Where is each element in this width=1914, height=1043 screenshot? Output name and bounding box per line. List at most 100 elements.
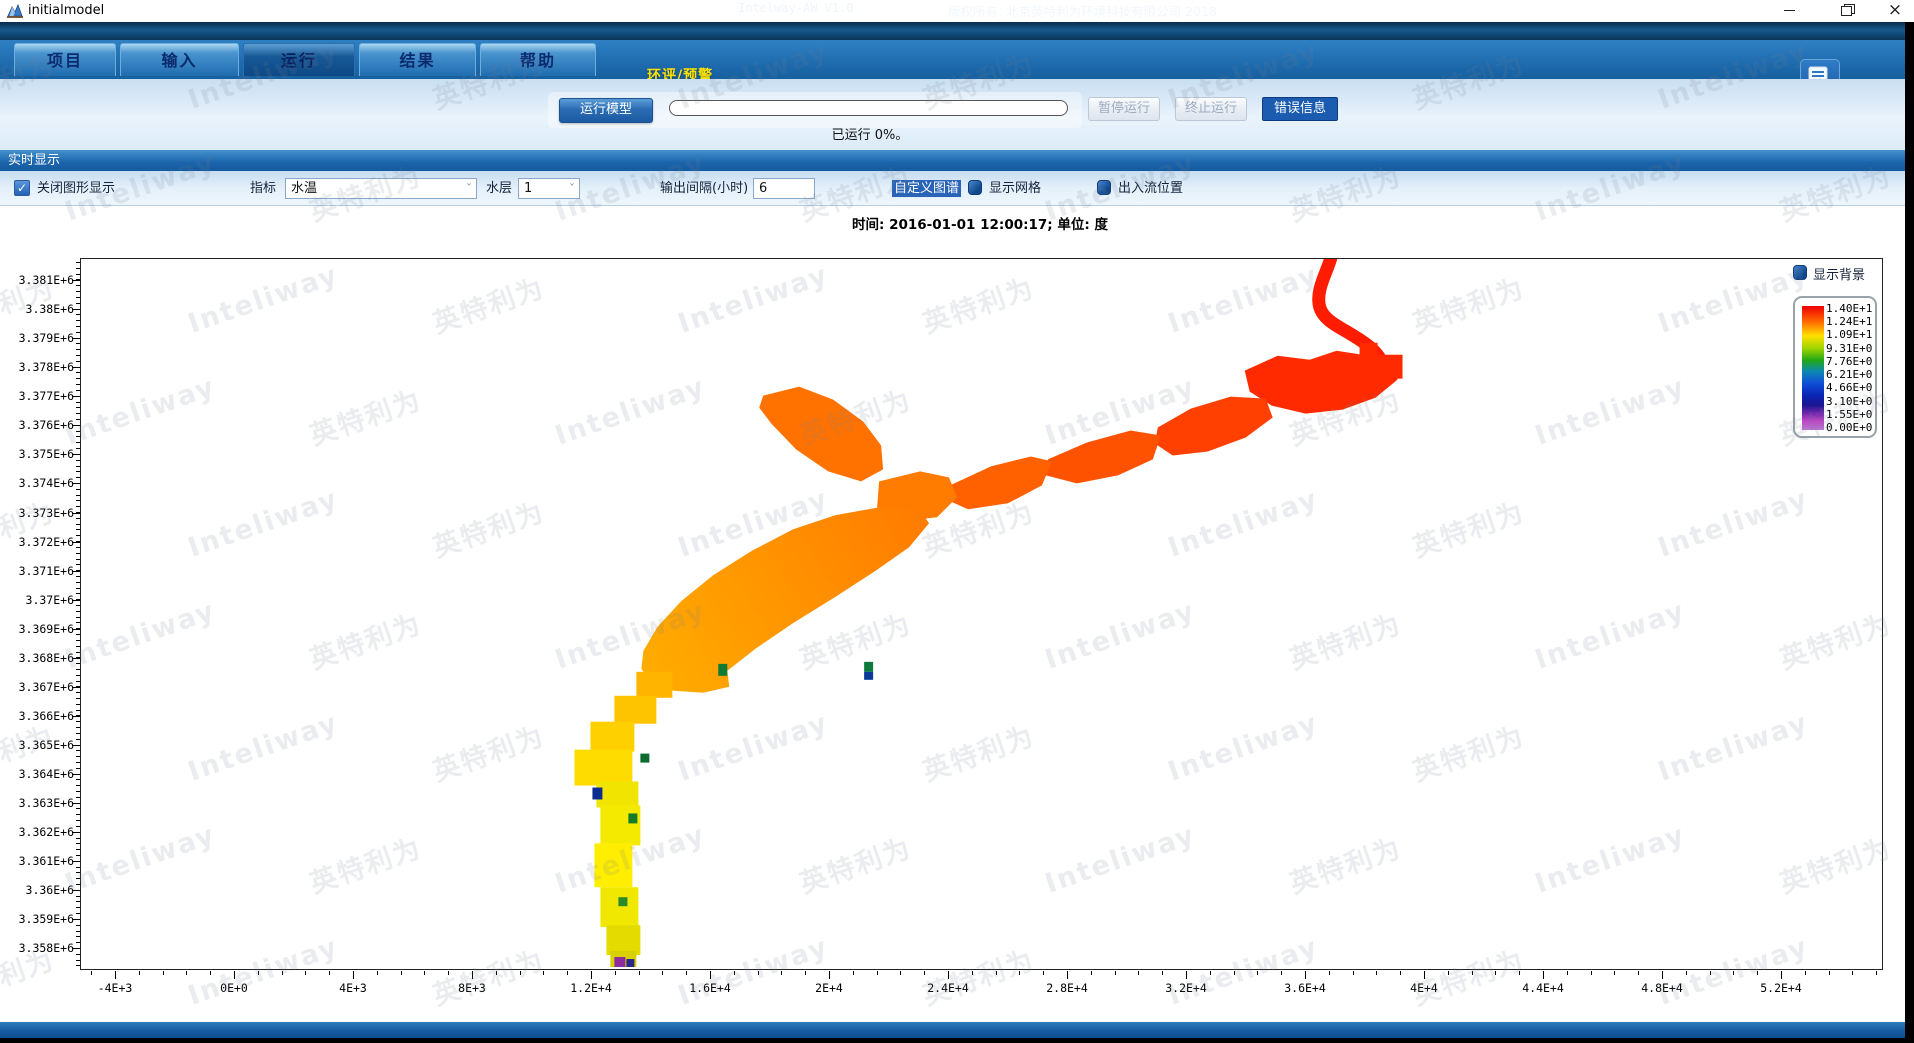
y-minor-tick	[76, 524, 80, 525]
x-minor-tick	[567, 971, 568, 975]
x-minor-tick	[1472, 971, 1473, 975]
y-minor-tick	[76, 622, 80, 623]
x-minor-tick	[139, 971, 140, 975]
x-minor-tick	[258, 971, 259, 975]
x-minor-tick	[377, 971, 378, 975]
legend-value: 0.00E+0	[1826, 421, 1876, 434]
y-minor-tick	[76, 715, 80, 716]
x-minor-tick	[1067, 971, 1068, 975]
y-minor-tick	[76, 675, 80, 676]
show-grid-checkbox[interactable]	[968, 180, 982, 195]
x-minor-tick	[1591, 971, 1592, 975]
x-minor-tick	[781, 971, 782, 975]
interval-input[interactable]: 6	[753, 178, 815, 199]
desktop-edge	[1905, 22, 1914, 1043]
south-branch-segment	[600, 805, 640, 845]
y-minor-tick	[76, 466, 80, 467]
y-minor-tick	[76, 710, 80, 711]
y-minor-tick	[76, 774, 80, 775]
x-minor-tick	[805, 971, 806, 975]
show-background-checkbox[interactable]	[1793, 265, 1807, 280]
y-minor-tick	[76, 431, 80, 432]
y-minor-tick	[76, 698, 80, 699]
custom-legend-link[interactable]: 自定义图谱	[892, 180, 961, 197]
color-legend-gradient	[1802, 306, 1824, 430]
y-tick-label: 3.37E+6	[0, 593, 74, 607]
y-minor-tick	[76, 907, 80, 908]
y-minor-tick	[76, 390, 80, 391]
water-body-segment	[1046, 431, 1161, 484]
ribbon: 项目 输入 运行 结果 帮助 环评/预警	[0, 22, 1905, 150]
y-minor-tick	[76, 686, 80, 687]
x-tick-label: 2.4E+4	[906, 981, 990, 995]
x-minor-tick	[1829, 971, 1830, 975]
x-minor-tick	[1710, 971, 1711, 975]
x-minor-tick	[710, 971, 711, 975]
stop-run-button[interactable]: 终止运行	[1175, 97, 1247, 121]
show-background-row: 显示背景	[1793, 264, 1903, 280]
x-minor-tick	[1757, 971, 1758, 975]
indicator-dropdown[interactable]: 水温 ˇ	[285, 178, 477, 199]
y-minor-tick	[76, 361, 80, 362]
x-minor-tick	[877, 971, 878, 975]
y-tick-label: 3.364E+6	[0, 767, 74, 781]
y-tick-label: 3.375E+6	[0, 447, 74, 461]
close-graphics-checkbox[interactable]: ✓	[14, 180, 30, 196]
x-minor-tick	[662, 971, 663, 975]
x-minor-tick	[853, 971, 854, 975]
x-minor-tick	[972, 971, 973, 975]
x-tick-label: 2.8E+4	[1025, 981, 1109, 995]
x-tick-label: 4.8E+4	[1620, 981, 1704, 995]
run-model-button[interactable]: 运行模型	[559, 98, 653, 123]
x-minor-tick	[543, 971, 544, 975]
y-minor-tick	[76, 285, 80, 286]
y-minor-tick	[76, 605, 80, 606]
tab-help[interactable]: 帮助	[480, 43, 596, 76]
inout-flow-checkbox[interactable]	[1097, 180, 1111, 195]
ribbon-top-band	[0, 22, 1905, 40]
color-legend: 1.40E+11.24E+11.09E+19.31E+07.76E+06.21E…	[1793, 296, 1877, 438]
tab-input[interactable]: 输入	[120, 43, 239, 76]
y-minor-tick	[76, 884, 80, 885]
x-minor-tick	[448, 971, 449, 975]
minimize-button[interactable]	[1772, 0, 1806, 22]
y-tick-label: 3.36E+6	[0, 883, 74, 897]
y-minor-tick	[76, 652, 80, 653]
realtime-panel-header: 实时显示	[0, 150, 1905, 171]
y-minor-tick	[76, 547, 80, 548]
x-tick-label: 4E+3	[311, 981, 395, 995]
x-minor-tick	[1852, 971, 1853, 975]
y-minor-tick	[76, 396, 80, 397]
y-minor-tick	[76, 419, 80, 420]
restore-button[interactable]	[1828, 0, 1862, 22]
x-minor-tick	[615, 971, 616, 975]
water-body-segment	[636, 672, 672, 698]
tab-run[interactable]: 运行	[243, 43, 355, 76]
y-minor-tick	[76, 483, 80, 484]
layer-dropdown[interactable]: 1 ˇ	[518, 178, 580, 199]
x-minor-tick	[1614, 971, 1615, 975]
error-info-button[interactable]: 错误信息	[1262, 97, 1338, 121]
x-minor-tick	[1733, 971, 1734, 975]
x-minor-tick	[1019, 971, 1020, 975]
y-minor-tick	[76, 553, 80, 554]
time-unit-label: 时间: 2016-01-01 12:00:17; 单位: 度	[700, 213, 1260, 233]
tab-result[interactable]: 结果	[359, 43, 476, 76]
x-minor-tick	[305, 971, 306, 975]
y-minor-tick	[76, 901, 80, 902]
y-minor-tick	[76, 593, 80, 594]
y-minor-tick	[76, 657, 80, 658]
legend-value: 1.55E+0	[1826, 408, 1876, 421]
y-tick-label: 3.362E+6	[0, 825, 74, 839]
x-minor-tick	[591, 971, 592, 975]
tab-project[interactable]: 项目	[14, 43, 116, 76]
pause-run-button[interactable]: 暂停运行	[1088, 97, 1160, 121]
y-minor-tick	[76, 495, 80, 496]
y-minor-tick	[76, 960, 80, 961]
y-minor-tick	[76, 303, 80, 304]
realtime-controls-row: ✓ 关闭图形显示 指标 水温 ˇ 水层 1 ˇ 输出间隔(小时) 6 自定义图谱…	[0, 171, 1905, 206]
close-button[interactable]: ×	[1878, 0, 1912, 22]
y-minor-tick	[76, 756, 80, 757]
x-minor-tick	[282, 971, 283, 975]
x-minor-tick	[1091, 971, 1092, 975]
